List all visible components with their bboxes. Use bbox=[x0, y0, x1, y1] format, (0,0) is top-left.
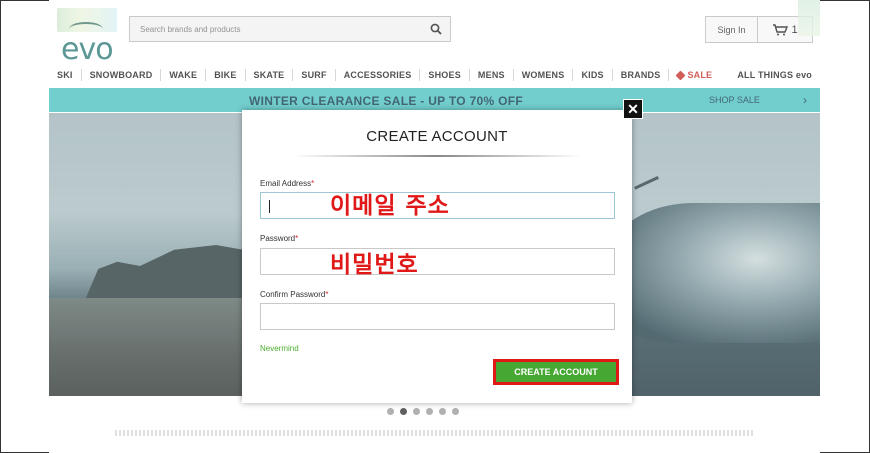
create-account-modal: CREATE ACCOUNT Email Address* 이메일 주소 Pas… bbox=[242, 110, 632, 403]
email-annotation: 이메일 주소 bbox=[330, 193, 450, 219]
required-mark: * bbox=[295, 234, 299, 243]
email-label-text: Email Address bbox=[260, 179, 312, 188]
modal-title: CREATE ACCOUNT bbox=[366, 128, 508, 145]
confirm-password-label: Confirm Password* bbox=[260, 290, 328, 299]
password-label: Password* bbox=[260, 234, 298, 243]
password-label-text: Password bbox=[260, 234, 296, 243]
close-icon[interactable]: ✕ bbox=[623, 99, 643, 119]
create-account-button[interactable]: CREATE ACCOUNT bbox=[496, 362, 616, 382]
required-mark: * bbox=[311, 179, 315, 188]
password-field[interactable] bbox=[260, 248, 615, 275]
text-cursor bbox=[269, 200, 270, 213]
confirm-password-field[interactable] bbox=[260, 303, 615, 330]
title-divider bbox=[292, 155, 582, 157]
nevermind-link[interactable]: Nevermind bbox=[260, 344, 299, 353]
required-mark: * bbox=[325, 290, 329, 299]
email-label: Email Address* bbox=[260, 179, 314, 188]
evo-website: evo Sign In 1 SKI SNOWBOARD WAKE BIKE SK… bbox=[49, 0, 820, 453]
password-annotation: 비밀번호 bbox=[330, 252, 419, 278]
confirm-label-text: Confirm Password bbox=[260, 290, 326, 299]
